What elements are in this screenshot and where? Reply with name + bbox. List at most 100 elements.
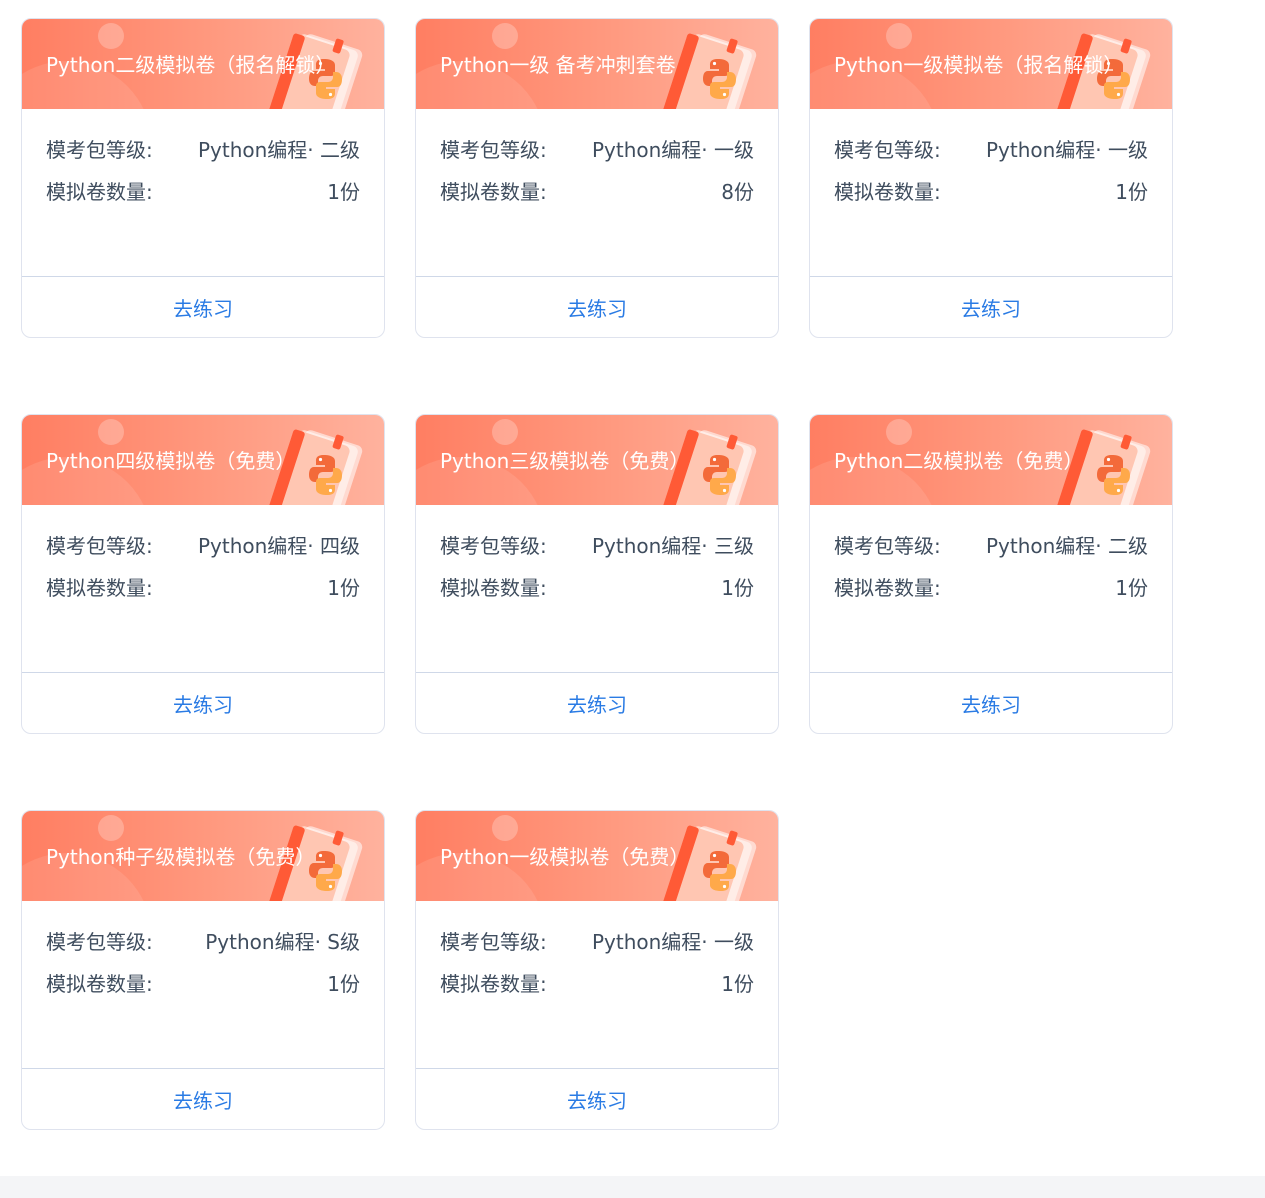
practice-button[interactable]: 去练习 [173,293,233,322]
card-body: 模考包等级: Python编程· 一级 模拟卷数量: 1份 [416,901,778,1068]
count-row: 模拟卷数量: 1份 [46,169,360,211]
count-label: 模拟卷数量: [440,179,547,204]
decorative-circle-small [98,23,124,49]
card-footer: 去练习 [22,672,384,733]
decorative-circle-small [886,419,912,445]
card-banner: Python一级模拟卷（报名解锁） [810,19,1172,109]
level-label: 模考包等级: [834,137,941,162]
exam-package-card: Python四级模拟卷（免费） 模考包等级: Python编程· 四级 模拟卷数… [21,414,385,734]
level-value: Python编程· 二级 [197,137,360,162]
card-body: 模考包等级: Python编程· 四级 模拟卷数量: 1份 [22,505,384,672]
count-row: 模拟卷数量: 1份 [440,961,754,1003]
practice-button[interactable]: 去练习 [567,293,627,322]
count-value: 1份 [327,575,360,600]
level-label: 模考包等级: [46,533,153,558]
exam-package-card: Python一级模拟卷（报名解锁） 模考包等级: Python编程· 一级 模拟… [809,18,1173,338]
card-banner: Python一级 备考冲刺套卷 [416,19,778,109]
count-value: 8份 [721,179,754,204]
card-title: Python二级模拟卷（免费） [834,449,1084,473]
count-label: 模拟卷数量: [46,179,153,204]
card-banner: Python一级模拟卷（免费） [416,811,778,901]
card-title: Python种子级模拟卷（免费） [46,845,316,869]
count-label: 模拟卷数量: [440,971,547,996]
count-row: 模拟卷数量: 1份 [834,565,1148,607]
card-title: Python二级模拟卷（报名解锁） [46,53,336,77]
page-bottom-strip [0,1176,1265,1198]
card-footer: 去练习 [810,276,1172,337]
card-footer: 去练习 [22,276,384,337]
count-label: 模拟卷数量: [834,179,941,204]
count-value: 1份 [1115,575,1148,600]
level-row: 模考包等级: Python编程· 四级 [46,523,360,565]
exam-package-card: Python一级 备考冲刺套卷 模考包等级: Python编程· 一级 模拟卷数… [415,18,779,338]
level-value: Python编程· 一级 [591,137,754,162]
decorative-circle-small [98,419,124,445]
card-title: Python一级 备考冲刺套卷 [440,53,676,77]
card-banner: Python四级模拟卷（免费） [22,415,384,505]
count-row: 模拟卷数量: 1份 [834,169,1148,211]
decorative-circle-small [886,23,912,49]
level-row: 模考包等级: Python编程· 一级 [834,127,1148,169]
decorative-circle-small [492,815,518,841]
card-footer: 去练习 [22,1068,384,1129]
count-row: 模拟卷数量: 1份 [46,565,360,607]
exam-package-card: Python三级模拟卷（免费） 模考包等级: Python编程· 三级 模拟卷数… [415,414,779,734]
exam-package-card: Python一级模拟卷（免费） 模考包等级: Python编程· 一级 模拟卷数… [415,810,779,1130]
level-value: Python编程· 三级 [591,533,754,558]
card-title: Python一级模拟卷（免费） [440,845,690,869]
level-label: 模考包等级: [440,137,547,162]
level-label: 模考包等级: [440,929,547,954]
card-body: 模考包等级: Python编程· 三级 模拟卷数量: 1份 [416,505,778,672]
level-value: Python编程· 四级 [197,533,360,558]
card-title: Python一级模拟卷（报名解锁） [834,53,1124,77]
practice-button[interactable]: 去练习 [567,689,627,718]
count-value: 1份 [1115,179,1148,204]
count-label: 模拟卷数量: [46,575,153,600]
level-row: 模考包等级: Python编程· S级 [46,919,360,961]
count-value: 1份 [721,575,754,600]
level-value: Python编程· 一级 [985,137,1148,162]
count-value: 1份 [721,971,754,996]
decorative-circle-small [492,23,518,49]
card-body: 模考包等级: Python编程· 一级 模拟卷数量: 1份 [810,109,1172,276]
exam-package-page: Python二级模拟卷（报名解锁） 模考包等级: Python编程· 二级 模拟… [0,0,1265,1198]
level-row: 模考包等级: Python编程· 一级 [440,127,754,169]
count-row: 模拟卷数量: 1份 [440,565,754,607]
exam-package-grid: Python二级模拟卷（报名解锁） 模考包等级: Python编程· 二级 模拟… [21,18,1173,1130]
card-body: 模考包等级: Python编程· 一级 模拟卷数量: 8份 [416,109,778,276]
level-row: 模考包等级: Python编程· 三级 [440,523,754,565]
card-banner: Python二级模拟卷（报名解锁） [22,19,384,109]
card-banner: Python二级模拟卷（免费） [810,415,1172,505]
card-title: Python三级模拟卷（免费） [440,449,690,473]
card-body: 模考包等级: Python编程· 二级 模拟卷数量: 1份 [810,505,1172,672]
level-row: 模考包等级: Python编程· 一级 [440,919,754,961]
level-label: 模考包等级: [834,533,941,558]
count-label: 模拟卷数量: [834,575,941,600]
practice-button[interactable]: 去练习 [961,689,1021,718]
count-value: 1份 [327,971,360,996]
card-footer: 去练习 [416,276,778,337]
decorative-circle-small [492,419,518,445]
level-value: Python编程· 二级 [985,533,1148,558]
exam-package-card: Python二级模拟卷（报名解锁） 模考包等级: Python编程· 二级 模拟… [21,18,385,338]
level-row: 模考包等级: Python编程· 二级 [46,127,360,169]
count-row: 模拟卷数量: 1份 [46,961,360,1003]
count-value: 1份 [327,179,360,204]
card-footer: 去练习 [810,672,1172,733]
card-banner: Python三级模拟卷（免费） [416,415,778,505]
card-footer: 去练习 [416,1068,778,1129]
count-label: 模拟卷数量: [440,575,547,600]
exam-package-card: Python二级模拟卷（免费） 模考包等级: Python编程· 二级 模拟卷数… [809,414,1173,734]
level-label: 模考包等级: [46,137,153,162]
level-value: Python编程· S级 [205,929,360,954]
practice-button[interactable]: 去练习 [173,689,233,718]
decorative-circle-small [98,815,124,841]
card-banner: Python种子级模拟卷（免费） [22,811,384,901]
count-row: 模拟卷数量: 8份 [440,169,754,211]
practice-button[interactable]: 去练习 [961,293,1021,322]
card-footer: 去练习 [416,672,778,733]
card-body: 模考包等级: Python编程· 二级 模拟卷数量: 1份 [22,109,384,276]
practice-button[interactable]: 去练习 [567,1085,627,1114]
practice-button[interactable]: 去练习 [173,1085,233,1114]
level-row: 模考包等级: Python编程· 二级 [834,523,1148,565]
